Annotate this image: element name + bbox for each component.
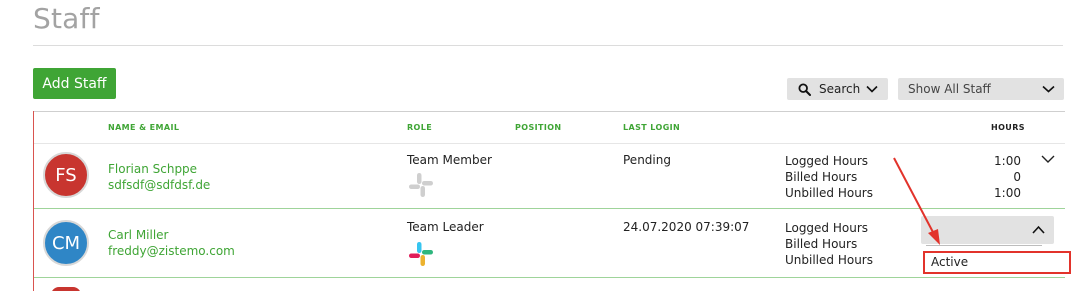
add-staff-button[interactable]: Add Staff — [33, 68, 116, 99]
chevron-down-icon[interactable] — [1041, 154, 1055, 164]
column-header-name-email[interactable]: NAME & EMAIL — [108, 123, 179, 132]
avatar: FS — [43, 152, 89, 198]
last-login: Pending — [623, 153, 671, 167]
slack-icon[interactable] — [407, 171, 435, 199]
hours-label-logged: Logged Hours — [785, 221, 869, 235]
column-header-last-login[interactable]: LAST LOGIN — [623, 123, 680, 132]
avatar — [51, 287, 81, 291]
staff-filter-select[interactable]: Show All Staff — [898, 78, 1064, 100]
search-label: Search — [819, 82, 861, 96]
title-divider — [33, 45, 1063, 46]
staff-email[interactable]: freddy@zistemo.com — [108, 244, 235, 258]
hours-label-unbilled: Unbilled Hours — [785, 186, 873, 200]
staff-name[interactable]: Carl Miller — [108, 228, 169, 242]
page-title: Staff — [33, 2, 100, 35]
chevron-down-icon — [1042, 85, 1055, 93]
hours-label-billed: Billed Hours — [785, 170, 858, 184]
staff-filter-value: Show All Staff — [908, 82, 991, 96]
status-option-active[interactable]: Active — [923, 251, 1071, 274]
status-dropdown[interactable] — [921, 216, 1054, 246]
hours-value-billed: 0 — [1013, 170, 1021, 184]
staff-role: Team Leader — [407, 220, 484, 234]
chevron-down-icon — [866, 85, 878, 93]
staff-role: Team Member — [407, 153, 492, 167]
row-divider — [34, 277, 1065, 278]
column-header-hours: HOURS — [991, 123, 1025, 132]
hours-label-billed: Billed Hours — [785, 237, 858, 251]
hours-value-unbilled: 1:00 — [994, 186, 1021, 200]
column-header-role[interactable]: ROLE — [407, 123, 432, 132]
avatar: CM — [43, 220, 89, 266]
hours-label-unbilled: Unbilled Hours — [785, 253, 873, 267]
last-login: 24.07.2020 07:39:07 — [623, 220, 750, 234]
search-button[interactable]: Search — [787, 78, 888, 100]
table-row[interactable]: CM Carl Miller freddy@zistemo.com Team L… — [34, 209, 1065, 277]
staff-name[interactable]: Florian Schppe — [108, 162, 197, 176]
search-icon — [798, 82, 811, 96]
staff-table: NAME & EMAIL ROLE POSITION LAST LOGIN HO… — [33, 111, 1071, 291]
hours-value-logged: 1:00 — [994, 154, 1021, 168]
staff-email[interactable]: sdfsdf@sdfdsf.de — [108, 178, 210, 192]
table-row[interactable]: FS Florian Schppe sdfsdf@sdfdsf.de Team … — [34, 144, 1065, 208]
chevron-up-icon — [1032, 225, 1045, 234]
hours-label-logged: Logged Hours — [785, 154, 869, 168]
dropdown-underline — [926, 245, 1042, 246]
table-header-rule — [34, 111, 1065, 112]
column-header-position[interactable]: POSITION — [515, 123, 562, 132]
slack-icon[interactable] — [407, 240, 435, 268]
